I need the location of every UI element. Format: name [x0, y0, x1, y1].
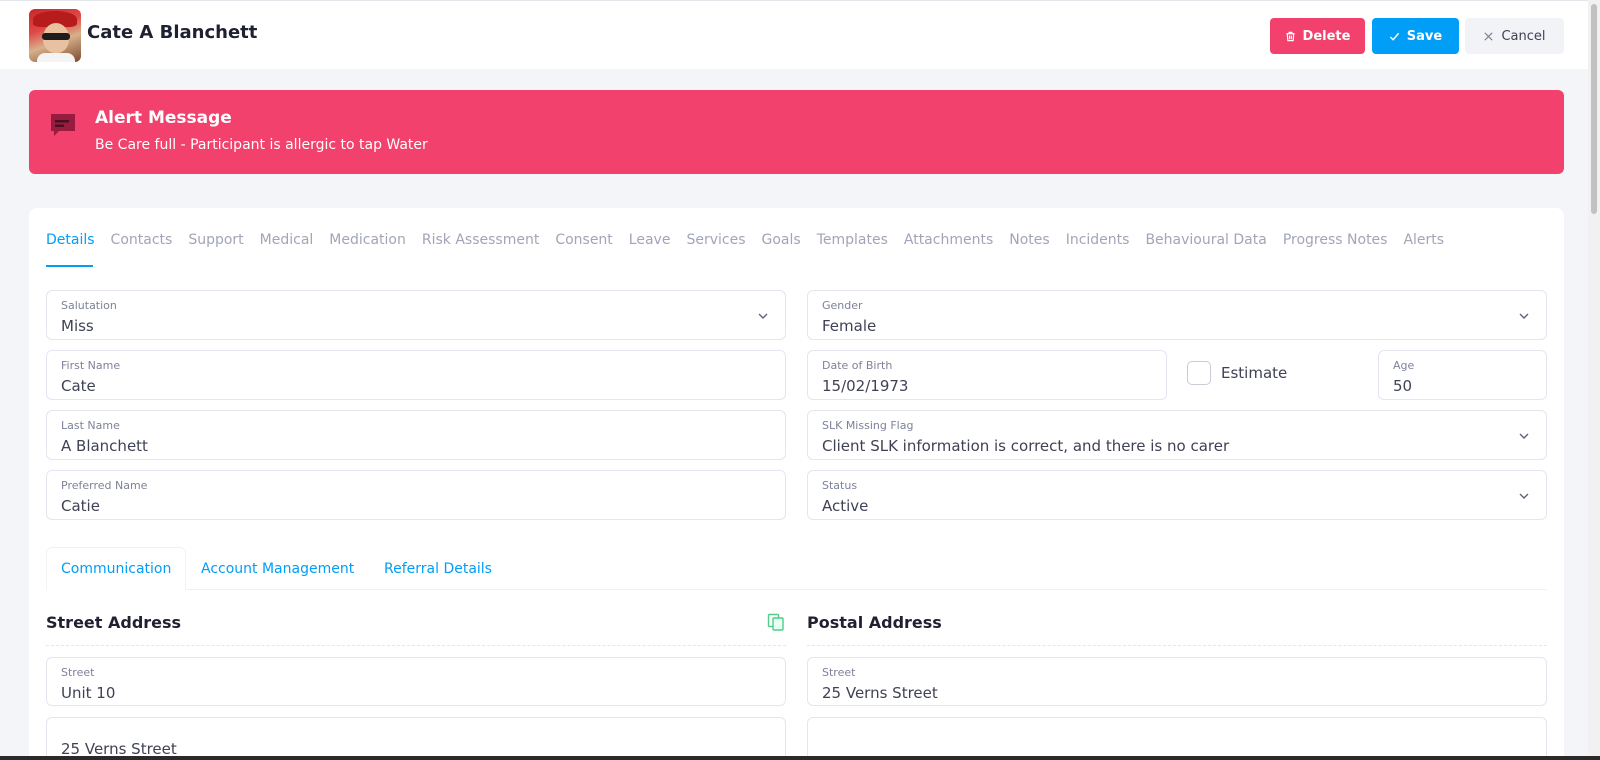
trash-icon [1285, 31, 1295, 41]
tab-attachments[interactable]: Attachments [904, 232, 993, 248]
tab-behavioural-data[interactable]: Behavioural Data [1145, 232, 1266, 248]
street-field[interactable]: Street Unit 10 [46, 657, 786, 706]
gender-value: Female [822, 317, 877, 335]
bottom-strip [0, 756, 1600, 760]
copy-icon[interactable] [767, 613, 785, 631]
street-label: Street [61, 666, 95, 679]
top-bar: Cate A Blanchett Delete Save Cancel [0, 0, 1600, 69]
main-tabs: Details Contacts Support Medical Medicat… [46, 232, 1444, 248]
age-field[interactable]: Age 50 [1378, 350, 1547, 400]
postal-address-divider [807, 645, 1547, 646]
tab-leave[interactable]: Leave [629, 232, 671, 248]
alert-title: Alert Message [95, 108, 232, 128]
street-line-2-field[interactable]: 25 Verns Street [46, 717, 786, 758]
scrollbar-thumb[interactable] [1591, 4, 1597, 214]
active-tab-indicator [46, 265, 93, 267]
postal-street-field[interactable]: Street 25 Verns Street [807, 657, 1547, 706]
tab-alerts[interactable]: Alerts [1403, 232, 1444, 248]
estimate-checkbox[interactable] [1187, 361, 1211, 385]
date-of-birth-value: 15/02/1973 [822, 377, 909, 395]
preferred-name-label: Preferred Name [61, 479, 148, 492]
slk-missing-flag-value: Client SLK information is correct, and t… [822, 437, 1230, 455]
delete-button-label: Delete [1302, 28, 1351, 44]
tab-goals[interactable]: Goals [762, 232, 801, 248]
subtab-referral-details[interactable]: Referral Details [384, 547, 492, 590]
gender-select[interactable]: Gender Female [807, 290, 1547, 340]
first-name-value: Cate [61, 377, 96, 395]
tab-details[interactable]: Details [46, 232, 95, 248]
chevron-down-icon [1519, 433, 1529, 439]
last-name-value: A Blanchett [61, 437, 148, 455]
participant-name: Cate A Blanchett [87, 22, 258, 43]
preferred-name-field[interactable]: Preferred Name Catie [46, 470, 786, 520]
tab-services[interactable]: Services [686, 232, 745, 248]
tab-progress-notes[interactable]: Progress Notes [1283, 232, 1388, 248]
save-button[interactable]: Save [1372, 18, 1459, 54]
subtab-account-management[interactable]: Account Management [201, 547, 354, 590]
gender-label: Gender [822, 299, 863, 312]
message-icon [51, 114, 75, 136]
estimate-label: Estimate [1221, 364, 1288, 382]
postal-street-line-2-field[interactable] [807, 717, 1547, 756]
last-name-field[interactable]: Last Name A Blanchett [46, 410, 786, 460]
tab-support[interactable]: Support [188, 232, 243, 248]
delete-button[interactable]: Delete [1270, 18, 1365, 54]
subtab-communication[interactable]: Communication [46, 547, 187, 590]
status-label: Status [822, 479, 858, 492]
tab-consent[interactable]: Consent [555, 232, 612, 248]
street-address-title: Street Address [46, 613, 182, 632]
salutation-select[interactable]: Salutation Miss [46, 290, 786, 340]
check-icon [1389, 32, 1399, 41]
sub-tabs: Communication Account Management Referra… [46, 547, 1547, 590]
age-value: 50 [1393, 377, 1413, 395]
first-name-label: First Name [61, 359, 121, 372]
last-name-label: Last Name [61, 419, 120, 432]
chevron-down-icon [1519, 493, 1529, 499]
postal-address-title: Postal Address [807, 613, 942, 632]
status-value: Active [822, 497, 869, 515]
tab-medication[interactable]: Medication [329, 232, 406, 248]
tab-notes[interactable]: Notes [1009, 232, 1049, 248]
estimate-checkbox-group[interactable]: Estimate [1187, 361, 1287, 385]
chevron-down-icon [758, 313, 768, 319]
slk-missing-flag-label: SLK Missing Flag [822, 419, 914, 432]
postal-street-value: 25 Verns Street [822, 684, 938, 702]
tab-contacts[interactable]: Contacts [111, 232, 173, 248]
street-value: Unit 10 [61, 684, 116, 702]
cancel-button-label: Cancel [1501, 28, 1546, 44]
alert-banner: Alert Message Be Care full - Participant… [29, 90, 1564, 174]
chevron-down-icon [1519, 313, 1529, 319]
avatar[interactable] [29, 9, 81, 62]
save-button-label: Save [1406, 28, 1443, 44]
tab-medical[interactable]: Medical [260, 232, 314, 248]
tab-risk-assessment[interactable]: Risk Assessment [422, 232, 539, 248]
date-of-birth-label: Date of Birth [822, 359, 893, 372]
salutation-label: Salutation [61, 299, 117, 312]
tab-incidents[interactable]: Incidents [1066, 232, 1130, 248]
avatar-glasses-shape [42, 33, 70, 40]
avatar-shirt-shape [37, 53, 75, 62]
close-icon [1484, 31, 1494, 41]
slk-missing-flag-select[interactable]: SLK Missing Flag Client SLK information … [807, 410, 1547, 460]
status-select[interactable]: Status Active [807, 470, 1547, 520]
postal-street-label: Street [822, 666, 856, 679]
salutation-value: Miss [61, 317, 94, 335]
tab-templates[interactable]: Templates [817, 232, 888, 248]
street-address-divider [46, 645, 786, 646]
preferred-name-value: Catie [61, 497, 100, 515]
age-label: Age [1393, 359, 1415, 372]
first-name-field[interactable]: First Name Cate [46, 350, 786, 400]
date-of-birth-field[interactable]: Date of Birth 15/02/1973 [807, 350, 1167, 400]
cancel-button[interactable]: Cancel [1465, 18, 1564, 54]
alert-message: Be Care full - Participant is allergic t… [95, 137, 428, 153]
